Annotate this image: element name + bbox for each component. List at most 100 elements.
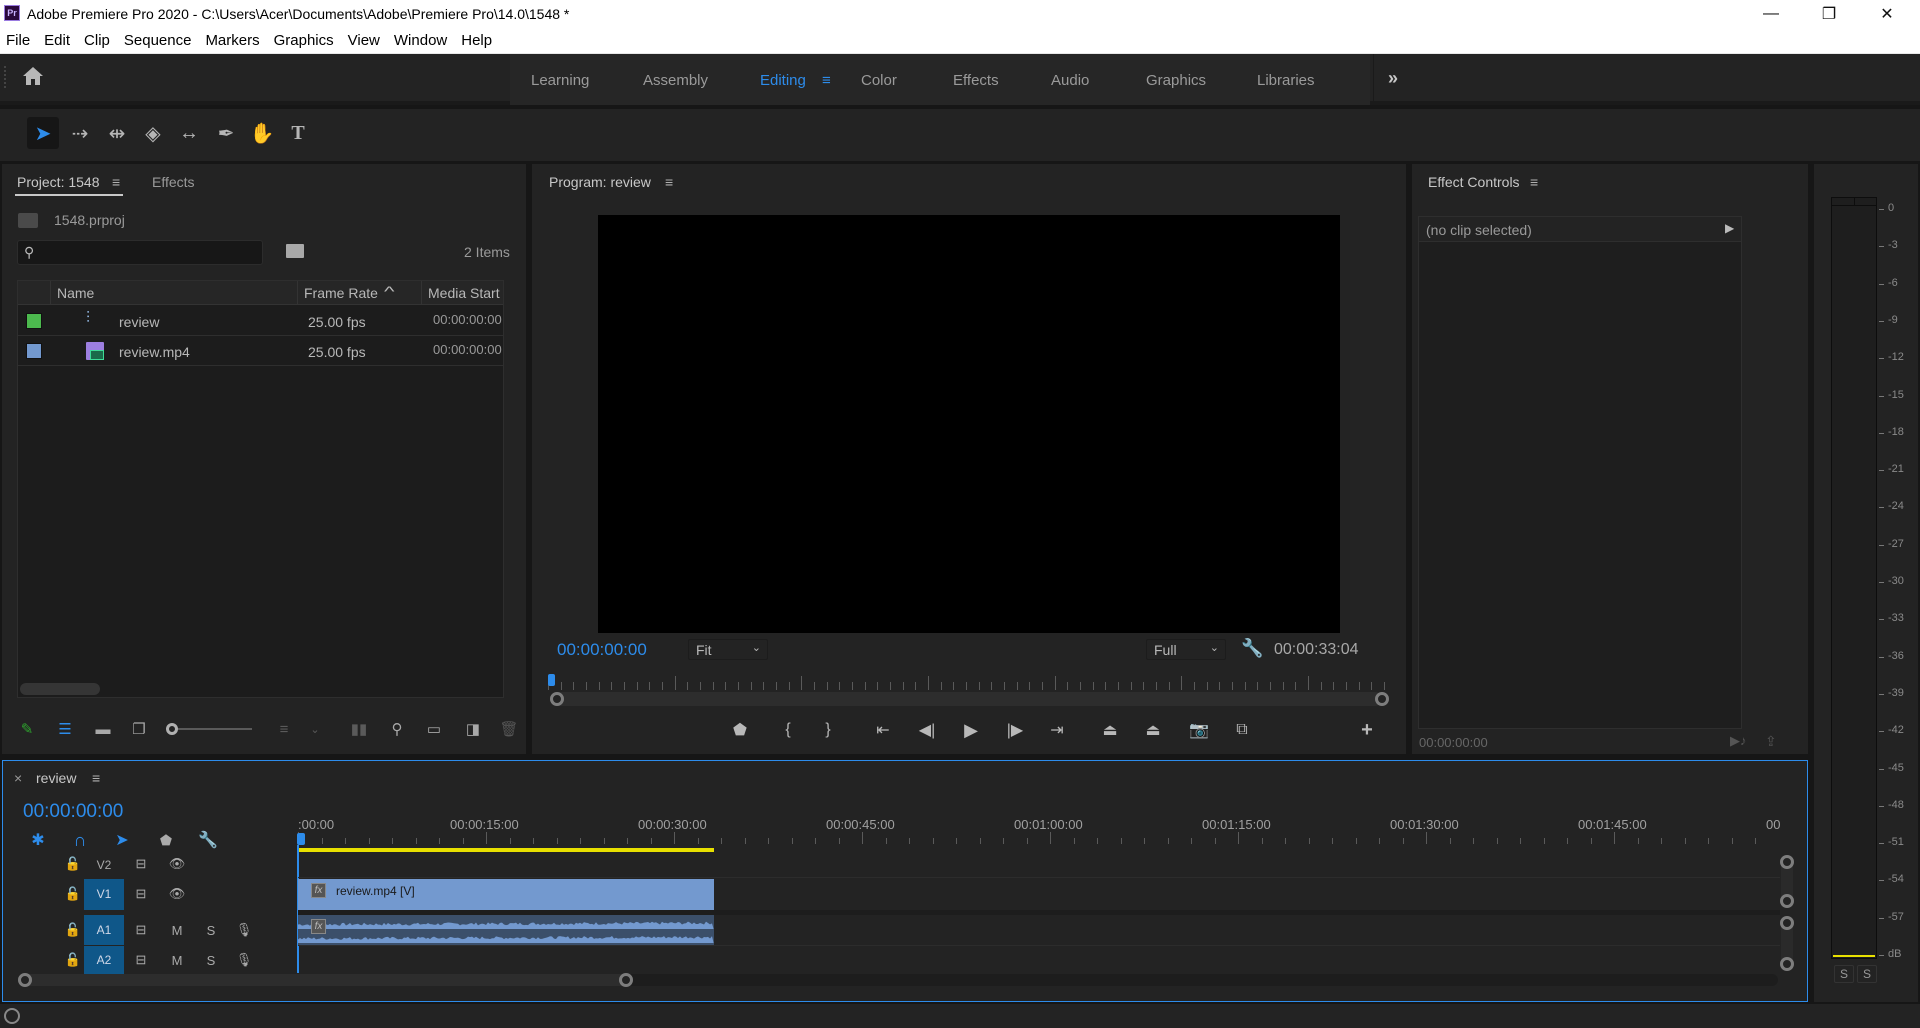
track-name-a2[interactable]: A2 — [84, 946, 124, 974]
track-name-a1[interactable]: A1 — [84, 915, 124, 945]
workspace-tab-color[interactable]: Color — [861, 72, 897, 89]
solo-right-button[interactable]: S — [1857, 965, 1877, 983]
go-to-out-icon[interactable]: ⇥ — [1043, 716, 1071, 744]
timeline-timecode[interactable]: 00:00:00:00 — [23, 801, 123, 823]
find-icon[interactable]: ⚲ — [386, 718, 408, 740]
sort-icons-icon[interactable]: ≡ — [273, 718, 295, 740]
timeline-zoom-end-handle[interactable] — [619, 973, 633, 987]
creative-cloud-icon[interactable] — [4, 1008, 20, 1024]
project-search-input[interactable]: ⚲ — [17, 240, 263, 265]
mark-out-icon[interactable]: } — [814, 716, 842, 744]
chevron-down-icon[interactable]: ⌄ — [304, 718, 326, 740]
playhead-timecode[interactable]: 00:00:00:00 — [557, 640, 647, 660]
menu-file[interactable]: File — [6, 32, 30, 49]
menu-help[interactable]: Help — [461, 32, 492, 49]
monitor-playhead[interactable] — [548, 674, 555, 686]
menu-markers[interactable]: Markers — [205, 32, 259, 49]
folder-up-icon[interactable] — [18, 213, 38, 228]
video-scroll-bottom-handle[interactable] — [1780, 894, 1794, 908]
menu-graphics[interactable]: Graphics — [274, 32, 334, 49]
add-marker-icon[interactable]: ⬟ — [726, 716, 754, 744]
menu-clip[interactable]: Clip — [84, 32, 110, 49]
automate-to-sequence-icon[interactable]: ▮▮ — [348, 718, 370, 740]
writable-pencil-icon[interactable]: ✎ — [16, 718, 38, 740]
scroll-end-handle[interactable] — [1375, 692, 1389, 706]
nest-toggle-icon[interactable]: ✱ — [26, 830, 50, 850]
extract-icon[interactable]: ⏏ — [1139, 716, 1167, 744]
scroll-start-handle[interactable] — [550, 692, 564, 706]
ripple-edit-tool-icon[interactable]: ⇹ — [101, 117, 133, 149]
lock-icon[interactable]: 🔓 — [64, 885, 82, 903]
playback-resolution-dropdown[interactable]: Full ⌄ — [1146, 639, 1226, 660]
workspace-menu-icon[interactable]: ≡ — [822, 72, 831, 89]
voice-over-mic-icon[interactable]: 🎙 — [235, 921, 253, 939]
list-item[interactable]: ⫶ review 25.00 fps 00:00:00:00 — [18, 306, 503, 336]
eye-icon[interactable]: 👁 — [167, 855, 187, 873]
workspace-tab-assembly[interactable]: Assembly — [643, 72, 708, 89]
effect-controls-timecode[interactable]: 00:00:00:00 — [1419, 735, 1488, 750]
export-icon[interactable]: ⇪ — [1765, 733, 1777, 750]
label-color-swatch[interactable] — [26, 313, 42, 329]
timeline-horizontal-scrollbar-thumb[interactable] — [18, 974, 628, 986]
sync-lock-icon[interactable]: ⊟ — [132, 855, 150, 873]
monitor-zoom-scrollbar[interactable] — [550, 692, 1382, 706]
track-name-v2[interactable]: V2 — [84, 855, 124, 875]
effects-tab[interactable]: Effects — [152, 174, 195, 190]
voice-over-mic-icon[interactable]: 🎙 — [235, 951, 253, 969]
play-icon[interactable]: ▶ — [957, 716, 985, 744]
new-bin-icon[interactable]: ▭ — [423, 718, 445, 740]
step-forward-icon[interactable]: |▶ — [1001, 716, 1029, 744]
effect-controls-menu-icon[interactable]: ≡ — [1530, 174, 1538, 190]
horizontal-scrollbar[interactable] — [20, 683, 100, 695]
timeline-menu-icon[interactable]: ≡ — [92, 770, 100, 786]
solo-left-button[interactable]: S — [1834, 965, 1854, 983]
linked-selection-icon[interactable]: ➤ — [110, 830, 134, 850]
track-name-v1[interactable]: V1 — [84, 879, 124, 910]
solo-button[interactable]: S — [202, 951, 220, 969]
workspace-tab-effects[interactable]: Effects — [953, 72, 999, 89]
workspace-tab-libraries[interactable]: Libraries — [1257, 72, 1315, 89]
home-button[interactable] — [22, 66, 46, 88]
selection-tool-icon[interactable]: ➤ — [27, 117, 59, 149]
program-video-display[interactable] — [598, 215, 1340, 633]
timeline-settings-wrench-icon[interactable]: 🔧 — [196, 830, 220, 850]
list-view-icon[interactable]: ☰ — [54, 718, 76, 740]
close-window-button[interactable]: ✕ — [1858, 0, 1916, 28]
go-to-in-icon[interactable]: ⇤ — [869, 716, 897, 744]
settings-wrench-icon[interactable]: 🔧 — [1241, 638, 1263, 659]
audio-clip[interactable]: fx — [298, 915, 714, 945]
sequence-tab[interactable]: review — [36, 770, 76, 786]
pen-tool-icon[interactable]: ✒ — [210, 117, 242, 149]
menu-edit[interactable]: Edit — [44, 32, 70, 49]
program-menu-icon[interactable]: ≡ — [665, 174, 673, 190]
export-frame-camera-icon[interactable]: 📷 — [1185, 716, 1213, 744]
play-triangle-icon[interactable]: ▶ — [1725, 221, 1734, 235]
workspace-tab-audio[interactable]: Audio — [1051, 72, 1089, 89]
sync-lock-icon[interactable]: ⊟ — [132, 951, 150, 969]
fx-badge[interactable]: fx — [311, 883, 326, 898]
add-marker-icon[interactable]: ⬟ — [154, 830, 178, 850]
lock-icon[interactable]: 🔓 — [64, 921, 82, 939]
video-clip[interactable]: fx review.mp4 [V] — [298, 879, 714, 910]
zoom-level-dropdown[interactable]: Fit ⌄ — [688, 639, 768, 660]
label-color-swatch[interactable] — [26, 343, 42, 359]
button-editor-plus-icon[interactable]: + — [1353, 716, 1381, 744]
new-item-icon[interactable]: ◨ — [462, 718, 484, 740]
razor-tool-icon[interactable]: ◈ — [137, 117, 169, 149]
step-back-icon[interactable]: ◀| — [913, 716, 941, 744]
lift-icon[interactable]: ⏏ — [1096, 716, 1124, 744]
workspace-overflow-icon[interactable]: » — [1388, 68, 1398, 89]
close-sequence-icon[interactable]: × — [14, 770, 22, 786]
restore-button[interactable]: ❐ — [1800, 0, 1858, 28]
monitor-time-ruler[interactable] — [548, 676, 1385, 692]
mute-button[interactable]: M — [168, 921, 186, 939]
program-monitor-title[interactable]: Program: review — [549, 174, 651, 190]
fx-badge[interactable]: fx — [311, 919, 326, 934]
find-in-folder-icon[interactable] — [286, 244, 304, 258]
freeform-view-icon[interactable]: ❐ — [128, 718, 150, 740]
effect-controls-title[interactable]: Effect Controls — [1428, 174, 1520, 190]
track-select-forward-tool-icon[interactable]: ⇢ — [64, 117, 96, 149]
slip-tool-icon[interactable]: ↔ — [173, 117, 205, 149]
type-tool-icon[interactable]: T — [282, 117, 314, 149]
work-area-bar[interactable] — [298, 848, 714, 852]
